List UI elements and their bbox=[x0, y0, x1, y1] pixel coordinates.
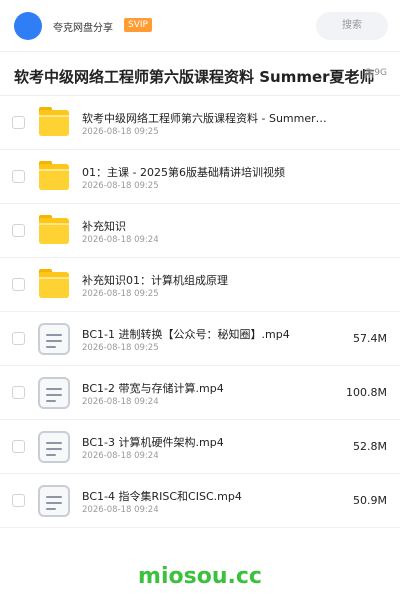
select-checkbox[interactable] bbox=[12, 170, 25, 183]
document-icon bbox=[38, 377, 70, 409]
list-item[interactable]: BC1-3 计算机硬件架构.mp4 2026-08-18 09:24 52.8M bbox=[0, 420, 400, 474]
select-checkbox[interactable] bbox=[12, 116, 25, 129]
folder-icon bbox=[38, 215, 70, 247]
select-checkbox[interactable] bbox=[12, 224, 25, 237]
file-name: BC1-2 带宽与存储计算.mp4 bbox=[82, 382, 224, 395]
file-size: 100.8M bbox=[346, 386, 387, 399]
file-date: 2026-08-18 09:24 bbox=[82, 451, 159, 461]
search-input[interactable]: 搜索 bbox=[316, 12, 388, 40]
file-name: BC1-4 指令集RISC和CISC.mp4 bbox=[82, 490, 242, 503]
list-item[interactable]: 软考中级网络工程师第六版课程资料 - Summer夏老师 2026-08-18 0… bbox=[0, 96, 400, 150]
folder-icon bbox=[38, 107, 70, 139]
file-date: 2026-08-18 09:25 bbox=[82, 181, 159, 191]
list-item[interactable]: BC1-2 带宽与存储计算.mp4 2026-08-18 09:24 100.8M bbox=[0, 366, 400, 420]
file-size: 52.8M bbox=[353, 440, 387, 453]
file-date: 2026-08-18 09:25 bbox=[82, 127, 159, 137]
file-date: 2026-08-18 09:24 bbox=[82, 505, 159, 515]
list-item[interactable]: 补充知识01：计算机组成原理 2026-08-18 09:25 bbox=[0, 258, 400, 312]
file-name: 01：主课 - 2025第6版基础精讲培训视频 bbox=[82, 166, 285, 179]
select-checkbox[interactable] bbox=[12, 440, 25, 453]
file-date: 2026-08-18 09:25 bbox=[82, 289, 159, 299]
file-name: BC1-3 计算机硬件架构.mp4 bbox=[82, 436, 224, 449]
file-size: 57.4M bbox=[353, 332, 387, 345]
share-title-row: 软考中级网络工程师第六版课程资料 Summer夏老师 3.9G bbox=[0, 52, 400, 96]
avatar-icon[interactable] bbox=[14, 12, 42, 40]
list-item[interactable]: 补充知识 2026-08-18 09:24 bbox=[0, 204, 400, 258]
watermark-text: miosou.cc bbox=[138, 564, 262, 589]
select-checkbox[interactable] bbox=[12, 278, 25, 291]
app-name: 夸克网盘分享 bbox=[53, 23, 113, 34]
folder-icon bbox=[38, 161, 70, 193]
total-size: 3.9G bbox=[365, 68, 387, 78]
file-name: 补充知识01：计算机组成原理 bbox=[82, 274, 228, 287]
file-size: 50.9M bbox=[353, 494, 387, 507]
list-item[interactable]: 01：主课 - 2025第6版基础精讲培训视频 2026-08-18 09:25 bbox=[0, 150, 400, 204]
file-date: 2026-08-18 09:24 bbox=[82, 235, 159, 245]
file-date: 2026-08-18 09:25 bbox=[82, 343, 159, 353]
select-checkbox[interactable] bbox=[12, 494, 25, 507]
top-bar: 夸克网盘分享 SVIP 搜索 bbox=[0, 0, 400, 52]
document-icon bbox=[38, 323, 70, 355]
page-title: 软考中级网络工程师第六版课程资料 Summer夏老师 bbox=[14, 68, 374, 86]
document-icon bbox=[38, 485, 70, 517]
select-checkbox[interactable] bbox=[12, 386, 25, 399]
folder-icon bbox=[38, 269, 70, 301]
select-checkbox[interactable] bbox=[12, 332, 25, 345]
file-date: 2026-08-18 09:24 bbox=[82, 397, 159, 407]
list-item[interactable]: BC1-1 进制转换【公众号：秘知圈】.mp4 2026-08-18 09:25 5… bbox=[0, 312, 400, 366]
file-name: 补充知识 bbox=[82, 220, 126, 233]
list-item[interactable]: BC1-4 指令集RISC和CISC.mp4 2026-08-18 09:24 50… bbox=[0, 474, 400, 528]
file-name: BC1-1 进制转换【公众号：秘知圈】.mp4 bbox=[82, 328, 290, 341]
svip-badge: SVIP bbox=[124, 18, 152, 32]
file-name: 软考中级网络工程师第六版课程资料 - Summer夏老师 bbox=[82, 112, 327, 125]
document-icon bbox=[38, 431, 70, 463]
